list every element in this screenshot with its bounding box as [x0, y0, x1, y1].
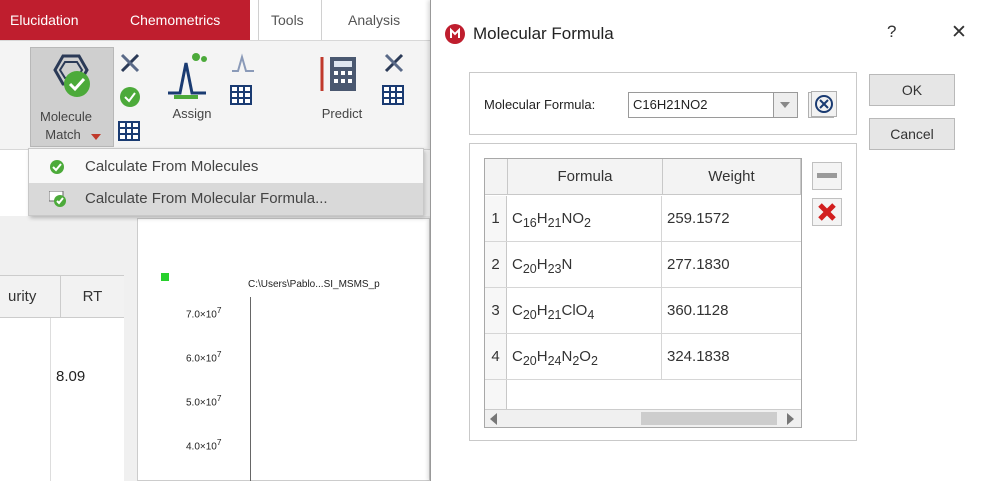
scrollbar-thumb[interactable]: [641, 412, 777, 425]
molecule-check-icon[interactable]: [118, 85, 142, 109]
molecule-check-icon: [50, 160, 64, 174]
menu-item-label: Calculate From Molecules: [85, 158, 259, 175]
chevron-down-icon: [780, 102, 790, 108]
ok-button[interactable]: OK: [869, 74, 955, 106]
green-marker-icon: [161, 273, 169, 281]
scroll-right-icon[interactable]: [785, 413, 795, 425]
minus-icon: [817, 173, 837, 178]
assign-label[interactable]: Assign: [166, 105, 218, 123]
row-number: 4: [485, 334, 507, 379]
molecular-formula-label: Molecular Formula:: [484, 97, 596, 112]
delete-row-button[interactable]: [812, 198, 842, 226]
table-icon[interactable]: [118, 121, 140, 141]
menu-item-calculate-from-molecules[interactable]: Calculate From Molecules: [29, 151, 423, 183]
weight-cell: 259.1572: [667, 210, 730, 227]
tab-elucidation[interactable]: Elucidation: [0, 0, 106, 40]
molecule-match-label-2: Match: [45, 127, 81, 142]
molecule-match-button[interactable]: Molecule Match: [30, 47, 114, 147]
tab-tools[interactable]: Tools: [258, 0, 322, 40]
table-row[interactable]: 4 C20H24N2O2 324.1838: [485, 334, 801, 380]
column-divider: [50, 318, 51, 481]
results-table: urity RT 8.09: [0, 275, 124, 481]
y-tick-label: 6.0×107: [186, 349, 222, 365]
row-number: 2: [485, 242, 507, 287]
tab-chemometrics[interactable]: Chemometrics: [106, 0, 250, 40]
calculate-formula-button[interactable]: [811, 91, 837, 117]
row-number: 1: [485, 196, 507, 241]
molecule-match-menu: Calculate From Molecules Calculate From …: [28, 148, 424, 216]
table-row[interactable]: 3 C20H21ClO4 360.1128: [485, 288, 801, 334]
row-number-header: [485, 159, 508, 195]
tools-icon[interactable]: [118, 51, 142, 75]
molecule-match-label: Molecule: [39, 109, 93, 124]
close-button[interactable]: ✕: [951, 21, 967, 44]
rt-value: 8.09: [56, 368, 86, 385]
formula-table: Formula Weight 1 C16H21NO2 259.1572 2 C2…: [484, 158, 802, 428]
y-tick-label: 4.0×107: [186, 437, 222, 453]
formula-cell: C20H21ClO4: [508, 288, 662, 333]
formula-cell: C16H21NO2: [508, 196, 662, 241]
molecular-formula-input[interactable]: C16H21NO2: [628, 92, 774, 118]
predict-label[interactable]: Predict: [316, 105, 368, 123]
assign-icon[interactable]: [166, 49, 210, 101]
predict-icon[interactable]: [318, 51, 362, 101]
weight-cell: 324.1838: [667, 348, 730, 365]
table-row[interactable]: 2 C20H23N 277.1830: [485, 242, 801, 288]
chart-pane: C:\Users\Pablo...SI_MSMS_p 7.0×107 6.0×1…: [137, 218, 430, 481]
formula-check-icon: [49, 191, 66, 207]
chart-title: C:\Users\Pablo...SI_MSMS_p: [248, 279, 380, 290]
formula-cell: C20H24N2O2: [508, 334, 662, 379]
help-button[interactable]: ?: [887, 22, 896, 42]
menu-item-label: Calculate From Molecular Formula...: [85, 190, 328, 207]
menu-item-calculate-from-formula[interactable]: Calculate From Molecular Formula...: [29, 183, 423, 215]
delete-x-icon: [818, 203, 836, 221]
app-logo-icon: [445, 24, 465, 44]
y-tick-label: 7.0×107: [186, 305, 222, 321]
column-header-rt[interactable]: RT: [60, 276, 124, 318]
ribbon-panel: Molecule Match Assign Predict: [0, 40, 430, 150]
molecular-formula-dialog: Molecular Formula ? ✕ OK Cancel Molecula…: [430, 0, 990, 481]
remove-row-button[interactable]: [812, 162, 842, 190]
column-header-formula[interactable]: Formula: [508, 159, 663, 195]
formula-dropdown-button[interactable]: [774, 92, 798, 118]
dropdown-arrow-icon[interactable]: [91, 134, 101, 142]
weight-cell: 360.1128: [667, 302, 729, 319]
y-axis: [250, 297, 251, 481]
horizontal-scrollbar[interactable]: [485, 409, 801, 427]
table-icon[interactable]: [382, 85, 404, 105]
scroll-left-icon[interactable]: [489, 413, 499, 425]
spectrum-icon[interactable]: [230, 53, 256, 75]
ribbon-tabbar: Elucidation Chemometrics Tools Analysis: [0, 0, 430, 40]
weight-cell: 277.1830: [667, 256, 730, 273]
formula-input-group: Molecular Formula: C16H21NO2: [469, 72, 857, 135]
tools-icon[interactable]: [382, 51, 406, 75]
column-header-weight[interactable]: Weight: [663, 159, 801, 195]
recalculate-icon: [815, 95, 833, 113]
y-tick-label: 5.0×107: [186, 393, 222, 409]
formula-cell: C20H23N: [508, 242, 662, 287]
molecule-match-icon: [53, 54, 90, 97]
cancel-button[interactable]: Cancel: [869, 118, 955, 150]
tab-analysis[interactable]: Analysis: [348, 0, 418, 40]
table-row[interactable]: 1 C16H21NO2 259.1572: [485, 196, 801, 242]
row-number-gutter: [485, 380, 507, 409]
table-icon[interactable]: [230, 85, 252, 105]
column-header-purity[interactable]: urity: [0, 276, 60, 318]
formula-results-group: Formula Weight 1 C16H21NO2 259.1572 2 C2…: [469, 143, 857, 441]
row-number: 3: [485, 288, 507, 333]
dialog-title: Molecular Formula: [473, 24, 614, 43]
